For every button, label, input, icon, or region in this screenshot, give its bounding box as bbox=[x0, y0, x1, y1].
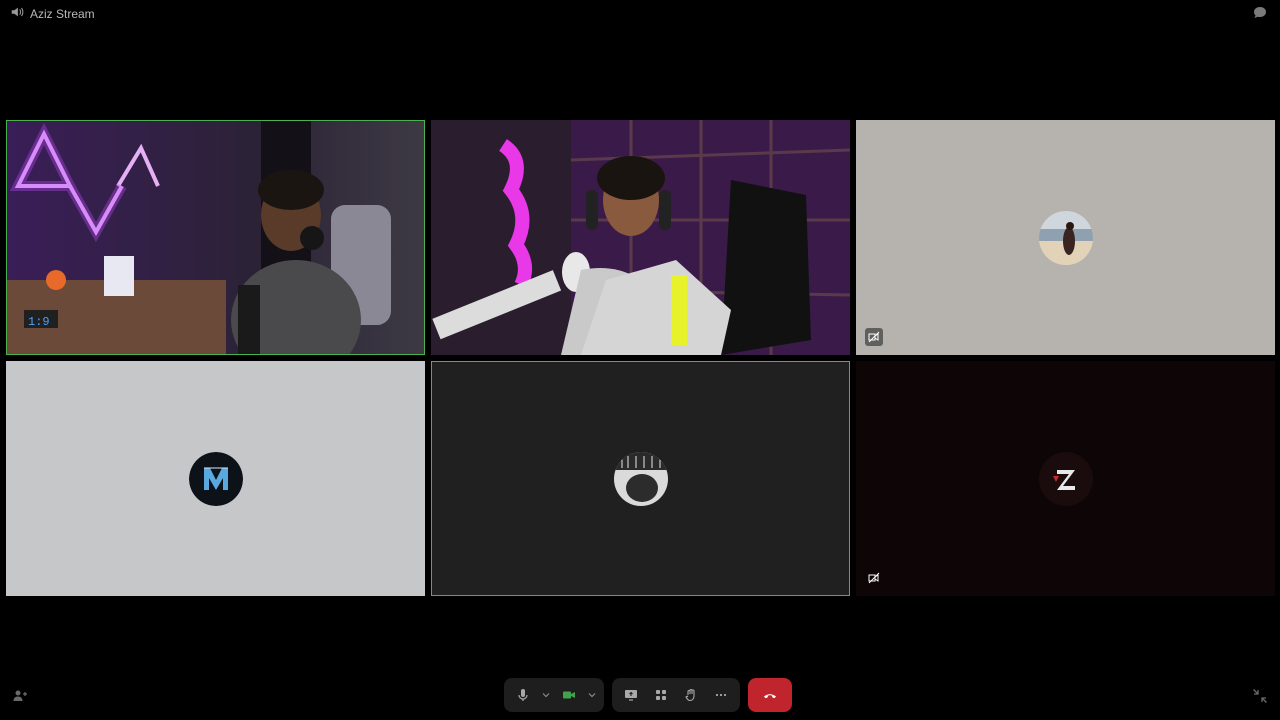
call-controls bbox=[504, 678, 792, 712]
av-controls-group bbox=[504, 678, 604, 712]
participant-video-2 bbox=[431, 120, 850, 355]
participant-tile-4[interactable] bbox=[6, 361, 425, 596]
leave-call-button[interactable] bbox=[748, 678, 792, 712]
more-icon bbox=[715, 693, 727, 697]
participant-tile-1[interactable]: 1:9 bbox=[6, 120, 425, 355]
participant-tile-5[interactable] bbox=[431, 361, 850, 596]
stream-title: Aziz Stream bbox=[10, 5, 95, 22]
camera-button[interactable] bbox=[556, 682, 582, 708]
chevron-down-icon bbox=[542, 693, 550, 698]
svg-text:1:9: 1:9 bbox=[28, 315, 50, 329]
camera-options-button[interactable] bbox=[586, 682, 598, 708]
video-off-icon bbox=[865, 328, 883, 346]
more-options-button[interactable] bbox=[708, 682, 734, 708]
microphone-options-button[interactable] bbox=[540, 682, 552, 708]
call-window: Aziz Stream 1:9 bbox=[0, 0, 1280, 720]
top-bar: Aziz Stream bbox=[0, 0, 1280, 26]
microphone-button[interactable] bbox=[510, 682, 536, 708]
participants-icon[interactable] bbox=[12, 688, 28, 704]
minimize-icon[interactable] bbox=[1252, 688, 1268, 704]
microphone-icon bbox=[518, 689, 528, 701]
participant-tile-2[interactable] bbox=[431, 120, 850, 355]
apps-button[interactable] bbox=[648, 682, 674, 708]
speaker-volume-icon[interactable] bbox=[10, 5, 24, 22]
participant-avatar-4 bbox=[188, 451, 243, 506]
participant-tile-6[interactable] bbox=[856, 361, 1275, 596]
chevron-down-icon bbox=[588, 693, 596, 698]
screen-share-icon bbox=[625, 690, 637, 701]
participant-tile-3[interactable] bbox=[856, 120, 1275, 355]
tools-controls-group bbox=[612, 678, 740, 712]
raise-hand-icon bbox=[685, 688, 695, 702]
participant-video-1: 1:9 bbox=[6, 120, 425, 355]
screen-share-button[interactable] bbox=[618, 682, 644, 708]
camera-icon bbox=[563, 691, 575, 699]
participant-avatar-6 bbox=[1038, 451, 1093, 506]
phone-hangup-icon bbox=[764, 694, 776, 699]
stream-title-text: Aziz Stream bbox=[30, 6, 95, 21]
raise-hand-button[interactable] bbox=[678, 682, 704, 708]
chat-bubble-icon[interactable] bbox=[1252, 5, 1268, 21]
apps-grid-icon bbox=[656, 690, 666, 700]
participant-avatar-3 bbox=[1038, 210, 1093, 265]
participant-avatar-5 bbox=[613, 451, 668, 506]
video-off-icon bbox=[865, 569, 883, 587]
